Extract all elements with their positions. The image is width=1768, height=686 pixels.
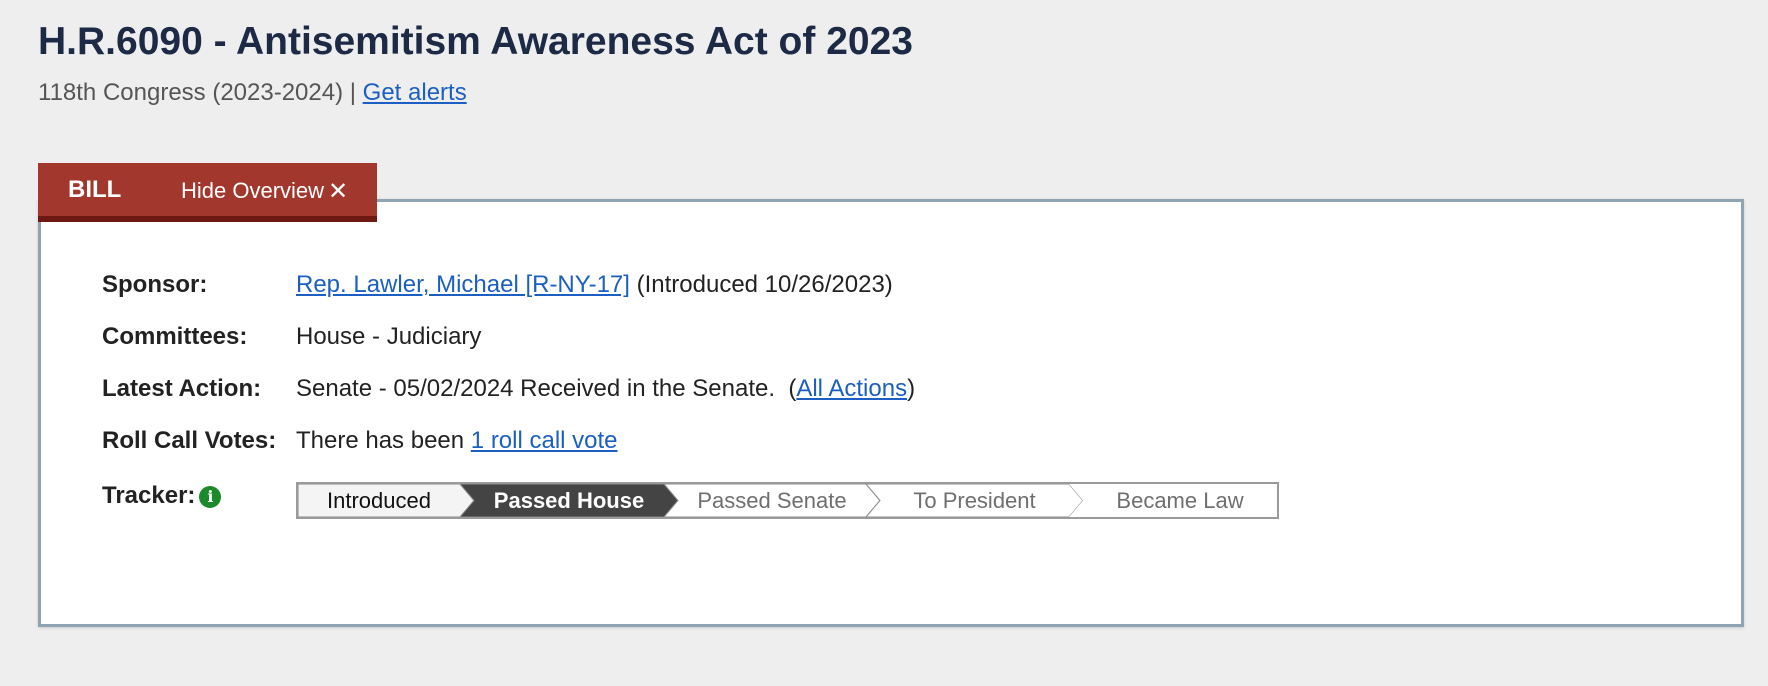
hide-overview-label: Hide Overview [181,178,325,203]
committees-value: House - Judiciary [296,323,482,350]
roll-call-value: There has been 1 roll call vote [296,427,618,455]
page-title: H.R.6090 - Antisemitism Awareness Act of… [38,20,913,63]
info-icon[interactable]: i [199,486,222,508]
congress-label: 118th Congress (2023-2024) | [38,79,363,106]
get-alerts-link[interactable]: Get alerts [363,79,467,106]
tracker-step-passed-senate: Passed Senate [697,488,847,513]
latest-action-text: Senate - 05/02/2024 Received in the Sena… [296,375,797,402]
bill-tracker: Introduced Passed House Passed Senate To Pr… [296,482,1279,519]
tracker-label: Tracker: [102,482,196,509]
tracker-step-passed-house: Passed House [493,488,645,513]
bill-tab-bar: BILL Hide Overview ✕ [38,163,377,222]
sponsor-link[interactable]: Rep. Lawler, Michael [R-NY-17] [296,271,630,298]
committees-label: Committees: [102,323,248,350]
sponsor-value: Rep. Lawler, Michael [R-NY-17] (Introduc… [296,271,893,299]
tracker-step-introduced: Introduced [327,488,431,513]
tracker-step-became-law: Became Law [1116,488,1244,513]
roll-call-label: Roll Call Votes: [102,427,277,454]
sponsor-label: Sponsor: [102,271,208,298]
latest-action-row: Latest Action: Senate - 05/02/2024 Receiv… [102,375,915,403]
tracker-row: Tracker: i [102,482,222,510]
roll-call-text: There has been [296,427,471,454]
sponsor-introduced: (Introduced 10/26/2023) [629,271,893,298]
latest-action-value: Senate - 05/02/2024 Received in the Sena… [296,375,915,403]
committees-row: Committees: House - Judiciary [102,323,481,351]
bill-tab-label: BILL [68,176,122,203]
roll-call-row: Roll Call Votes: There has been 1 roll ca… [102,427,618,455]
latest-action-label: Latest Action: [102,375,262,402]
tracker-step-to-president: To President [913,488,1036,513]
hide-overview-button[interactable]: Hide Overview ✕ [181,177,348,206]
latest-action-close: ) [907,375,916,402]
sponsor-row: Sponsor: Rep. Lawler, Michael [R-NY-17] (… [102,271,893,299]
congress-subtitle: 118th Congress (2023-2024) | Get alerts [38,79,467,107]
close-icon: ✕ [328,178,349,205]
roll-call-link[interactable]: 1 roll call vote [471,427,618,454]
all-actions-link[interactable]: All Actions [796,375,907,402]
bill-overview-panel [38,199,1744,627]
